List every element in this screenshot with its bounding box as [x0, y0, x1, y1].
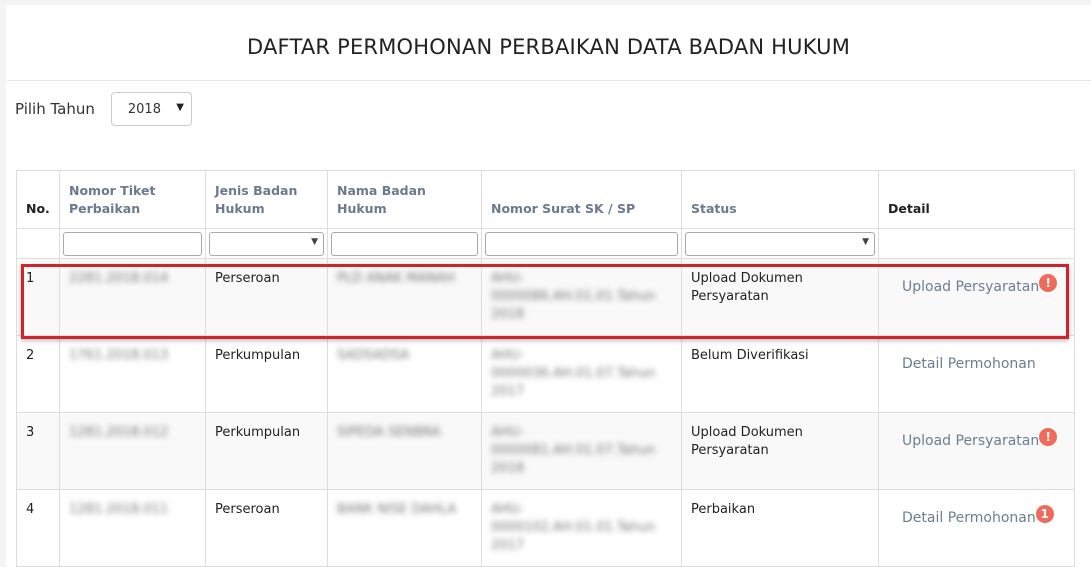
row-status: Upload Dokumen Persyaratan: [681, 258, 879, 336]
row-detail: Detail Permohonan: [878, 335, 1075, 413]
caret-down-icon: ▼: [862, 236, 869, 247]
row-type: Perseroan: [205, 489, 328, 567]
row-sk: AHU-0000081.AH.01.07.Tahun 2018: [481, 412, 682, 490]
row-no: 4: [16, 489, 60, 567]
detail-request-link[interactable]: Detail Permohonan 1: [902, 505, 1054, 527]
row-no: 3: [16, 412, 60, 490]
row-detail: Detail Permohonan 1: [878, 489, 1075, 567]
sk-number-redacted: AHU-0000081.AH.01.07.Tahun 2018: [491, 425, 656, 476]
row-name: BANK NISE DAHLA: [327, 489, 482, 567]
filter-cell-ticket: [59, 228, 206, 259]
filter-row: ▼ ▼: [16, 228, 1075, 259]
filter-cell-name: [327, 228, 482, 259]
col-header-name[interactable]: Nama Badan Hukum: [327, 170, 482, 229]
detail-link-label: Upload Persyaratan: [902, 433, 1040, 449]
row-status: Belum Diverifikasi: [681, 335, 879, 413]
row-no: 2: [16, 335, 60, 413]
entity-name-redacted: BANK NISE DAHLA: [337, 502, 457, 517]
caret-down-icon: ▼: [176, 102, 184, 113]
row-name: PLD ANAK MANAH: [327, 258, 482, 336]
detail-request-link[interactable]: Detail Permohonan: [902, 355, 1036, 373]
row-detail: Upload Persyaratan!: [878, 258, 1075, 336]
row-detail: Upload Persyaratan!: [878, 412, 1075, 490]
requests-table-container: No. Nomor Tiket Perbaikan Jenis Badan Hu…: [16, 170, 1075, 567]
row-ticket: 2281.2018.014: [59, 258, 206, 336]
year-select[interactable]: 2018 ▼: [110, 92, 192, 126]
caret-down-icon: ▼: [311, 236, 318, 247]
sk-number-redacted: AHU-0000086.AH.01.01.Tahun 2018: [491, 271, 656, 322]
year-filter-label: Pilih Tahun: [15, 100, 95, 118]
row-ticket: 1281.2018.012: [59, 412, 206, 490]
detail-link-label: Detail Permohonan: [902, 356, 1036, 372]
row-no: 1: [16, 258, 60, 336]
row-sk: AHU-0000036.AH.01.07.Tahun 2017: [481, 335, 682, 413]
filter-cell-detail: [878, 228, 1075, 259]
filter-cell-status: ▼: [681, 228, 879, 259]
filter-cell-no: [16, 228, 60, 259]
sk-filter-input[interactable]: [485, 231, 678, 256]
row-type: Perseroan: [205, 258, 328, 336]
ticket-number-redacted: 2281.2018.014: [69, 271, 169, 286]
row-status: Perbaikan: [681, 489, 879, 567]
row-ticket: 1761.2018.013: [59, 335, 206, 413]
table-header-row: No. Nomor Tiket Perbaikan Jenis Badan Hu…: [16, 170, 1075, 229]
row-status: Upload Dokumen Persyaratan: [681, 412, 879, 490]
year-filter: Pilih Tahun 2018 ▼: [15, 92, 192, 126]
col-header-detail: Detail: [878, 170, 1075, 229]
requests-table: No. Nomor Tiket Perbaikan Jenis Badan Hu…: [16, 170, 1075, 567]
name-filter-input[interactable]: [331, 231, 478, 256]
row-name: SIPEDA SENBRA: [327, 412, 482, 490]
notification-count-badge: 1: [1035, 505, 1054, 523]
upload-requirements-link[interactable]: Upload Persyaratan!: [902, 428, 1058, 450]
table-row: 1 2281.2018.014 Perseroan PLD ANAK MANAH…: [16, 258, 1075, 336]
col-header-status[interactable]: Status: [681, 170, 879, 229]
page-title: DAFTAR PERMOHONAN PERBAIKAN DATA BADAN H…: [246, 34, 851, 59]
filter-cell-sk: [481, 228, 682, 259]
col-header-no[interactable]: No.: [16, 170, 60, 229]
entity-name-redacted: SADSADSA: [337, 348, 410, 363]
ticket-number-redacted: 1281.2018.012: [69, 425, 169, 440]
detail-link-label: Detail Permohonan: [902, 510, 1036, 526]
row-ticket: 1281.2018.011: [59, 489, 206, 567]
ticket-number-redacted: 1761.2018.013: [69, 348, 169, 363]
table-row: 4 1281.2018.011 Perseroan BANK NISE DAHL…: [16, 489, 1075, 567]
entity-name-redacted: PLD ANAK MANAH: [337, 271, 455, 286]
year-select-value: 2018: [127, 102, 161, 117]
table-row: 2 1761.2018.013 Perkumpulan SADSADSA AHU…: [16, 335, 1075, 413]
row-type: Perkumpulan: [205, 412, 328, 490]
alert-badge: !: [1039, 428, 1058, 446]
col-header-type[interactable]: Jenis Badan Hukum: [205, 170, 328, 229]
type-filter-select[interactable]: ▼: [209, 231, 324, 256]
row-sk: AHU-0000086.AH.01.01.Tahun 2018: [481, 258, 682, 336]
sk-number-redacted: AHU-0000102.AH.01.01.Tahun 2017: [491, 502, 656, 553]
filter-cell-type: ▼: [205, 228, 328, 259]
table-row: 3 1281.2018.012 Perkumpulan SIPEDA SENBR…: [16, 412, 1075, 490]
ticket-number-redacted: 1281.2018.011: [69, 502, 169, 517]
col-header-sk[interactable]: Nomor Surat SK / SP: [481, 170, 682, 229]
row-type: Perkumpulan: [205, 335, 328, 413]
col-header-ticket[interactable]: Nomor Tiket Perbaikan: [59, 170, 206, 229]
alert-badge: !: [1039, 274, 1058, 292]
ticket-filter-input[interactable]: [63, 231, 202, 256]
upload-requirements-link[interactable]: Upload Persyaratan!: [902, 274, 1058, 296]
status-filter-select[interactable]: ▼: [685, 231, 875, 256]
row-name: SADSADSA: [327, 335, 482, 413]
row-sk: AHU-0000102.AH.01.01.Tahun 2017: [481, 489, 682, 567]
entity-name-redacted: SIPEDA SENBRA: [337, 425, 441, 440]
sk-number-redacted: AHU-0000036.AH.01.07.Tahun 2017: [491, 348, 656, 399]
detail-link-label: Upload Persyaratan: [902, 279, 1040, 295]
page-header: DAFTAR PERMOHONAN PERBAIKAN DATA BADAN H…: [6, 5, 1091, 81]
